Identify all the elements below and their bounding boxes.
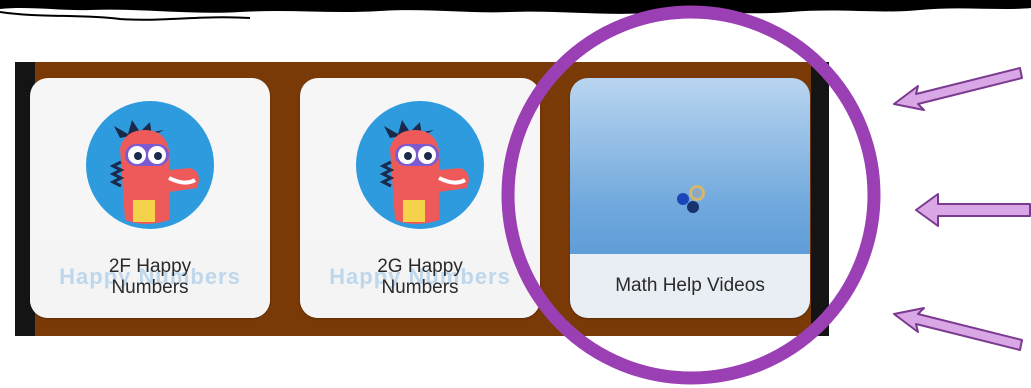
dino-mascot-icon [356,101,484,229]
panel-edge [811,62,829,336]
tile-caption: Math Help Videos [615,275,765,296]
torn-paper-edge [0,0,1031,21]
tile-caption: 2F Happy Numbers [108,256,192,298]
app-tile-math-help-videos[interactable]: Math Help Videos [570,78,810,318]
pointer-arrow-icon [893,67,1023,111]
tile-caption: 2G Happy Numbers [377,256,463,298]
app-tile-2f-happy-numbers[interactable]: Happy Numbers 2F Happy Numbers [30,78,270,318]
loading-spinner-icon [677,185,705,213]
pointer-arrow-icon [893,307,1023,351]
app-tile-2g-happy-numbers[interactable]: Happy Numbers 2G Happy Numbers [300,78,540,318]
pointer-arrow-icon [915,193,1031,227]
dino-mascot-icon [86,101,214,229]
app-tile-panel: Happy Numbers 2F Happy Numbers Happy Num… [15,62,829,336]
